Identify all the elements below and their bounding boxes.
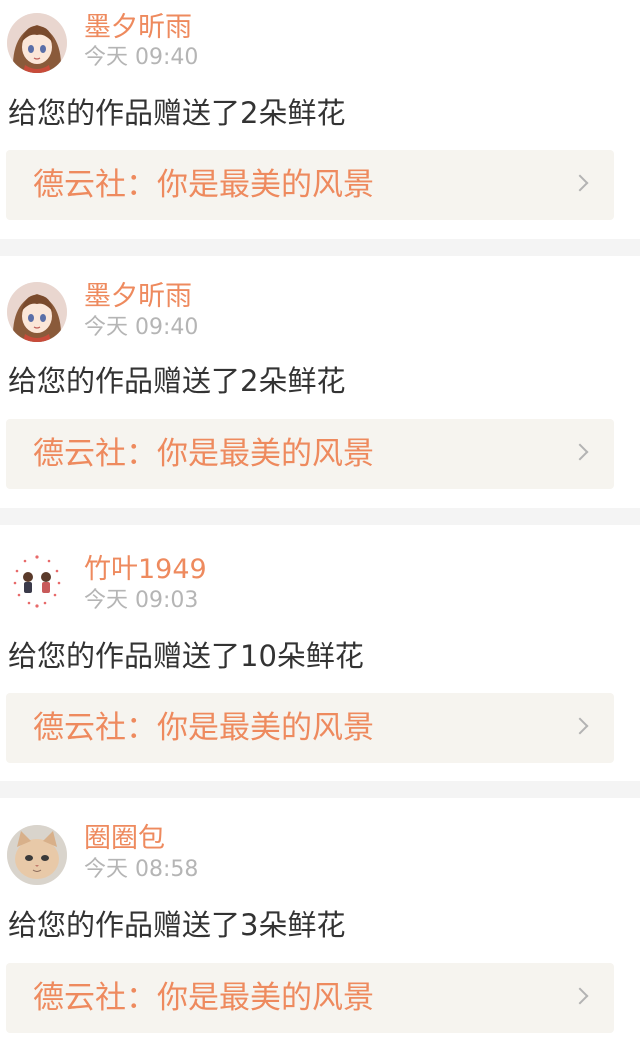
notification-feed: 墨夕昕雨 今天 09:40 给您的作品赠送了2朵鲜花 德云社：你是最美的风景 墨… xyxy=(0,0,640,1063)
user-avatar[interactable] xyxy=(7,825,67,885)
work-link[interactable]: 德云社：你是最美的风景 xyxy=(6,963,614,1033)
user-avatar[interactable] xyxy=(7,282,67,342)
username[interactable]: 圈圈包 xyxy=(84,823,165,855)
work-title: 德云社：你是最美的风景 xyxy=(33,436,374,472)
work-link[interactable]: 德云社：你是最美的风景 xyxy=(6,693,614,763)
anime-girl-avatar-icon xyxy=(7,13,67,73)
anime-girl-avatar-icon xyxy=(7,282,67,342)
username[interactable]: 墨夕昕雨 xyxy=(84,12,192,44)
work-title: 德云社：你是最美的风景 xyxy=(33,710,374,746)
timestamp: 今天 09:40 xyxy=(84,315,199,340)
chevron-right-icon xyxy=(571,987,589,1005)
username[interactable]: 竹叶1949 xyxy=(84,554,207,586)
couple-hearts-avatar-icon xyxy=(7,551,67,611)
work-title: 德云社：你是最美的风景 xyxy=(33,980,374,1016)
cat-avatar-icon xyxy=(7,825,67,885)
chevron-right-icon xyxy=(571,443,589,461)
work-link[interactable]: 德云社：你是最美的风景 xyxy=(6,419,614,489)
work-title: 德云社：你是最美的风景 xyxy=(33,167,374,203)
chevron-right-icon xyxy=(571,717,589,735)
user-avatar[interactable] xyxy=(7,13,67,73)
timestamp: 今天 09:03 xyxy=(84,588,199,613)
chevron-right-icon xyxy=(571,174,589,192)
gift-message: 给您的作品赠送了2朵鲜花 xyxy=(8,364,346,398)
work-link[interactable]: 德云社：你是最美的风景 xyxy=(6,150,614,220)
notification-card: 墨夕昕雨 今天 09:40 给您的作品赠送了2朵鲜花 德云社：你是最美的风景 xyxy=(0,256,640,508)
gift-message: 给您的作品赠送了3朵鲜花 xyxy=(8,908,346,942)
username[interactable]: 墨夕昕雨 xyxy=(84,281,192,313)
gift-message: 给您的作品赠送了10朵鲜花 xyxy=(8,639,364,673)
notification-card: 竹叶1949 今天 09:03 给您的作品赠送了10朵鲜花 德云社：你是最美的风… xyxy=(0,525,640,781)
notification-card: 墨夕昕雨 今天 09:40 给您的作品赠送了2朵鲜花 德云社：你是最美的风景 xyxy=(0,0,640,239)
notification-card: 圈圈包 今天 08:58 给您的作品赠送了3朵鲜花 德云社：你是最美的风景 xyxy=(0,798,640,1063)
user-avatar[interactable] xyxy=(7,551,67,611)
gift-message: 给您的作品赠送了2朵鲜花 xyxy=(8,96,346,130)
timestamp: 今天 08:58 xyxy=(84,857,199,882)
timestamp: 今天 09:40 xyxy=(84,45,199,70)
